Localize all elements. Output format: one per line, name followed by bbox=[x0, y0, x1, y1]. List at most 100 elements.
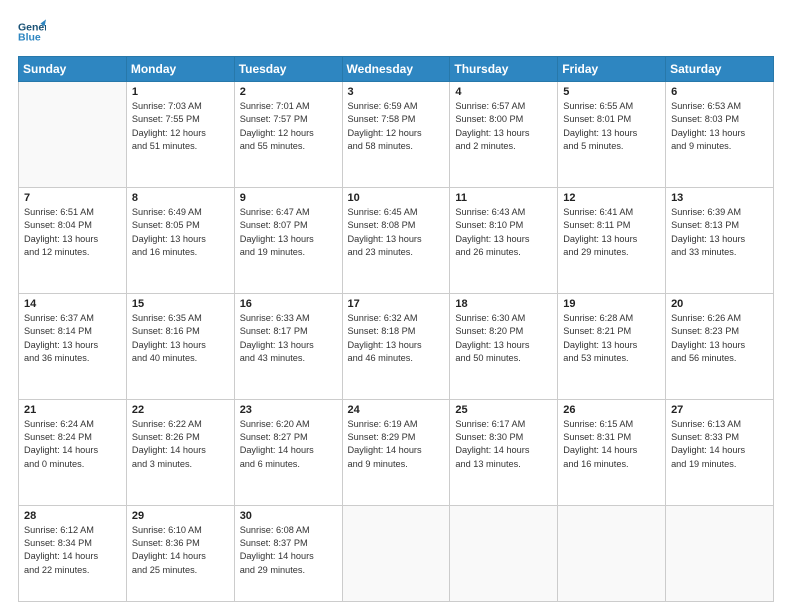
calendar-cell: 5Sunrise: 6:55 AMSunset: 8:01 PMDaylight… bbox=[558, 82, 666, 188]
cell-info-line: and 3 minutes. bbox=[132, 458, 229, 471]
day-number: 18 bbox=[455, 298, 552, 310]
cell-info-line: Daylight: 13 hours bbox=[671, 233, 768, 246]
cell-info-line: and 16 minutes. bbox=[132, 246, 229, 259]
cell-info-line: Sunrise: 6:22 AM bbox=[132, 418, 229, 431]
calendar-cell: 1Sunrise: 7:03 AMSunset: 7:55 PMDaylight… bbox=[126, 82, 234, 188]
cell-info-line: Sunset: 8:27 PM bbox=[240, 431, 337, 444]
day-number: 4 bbox=[455, 86, 552, 98]
cell-info-line: Daylight: 13 hours bbox=[132, 233, 229, 246]
cell-info-line: Sunrise: 6:35 AM bbox=[132, 312, 229, 325]
cell-info-line: Sunrise: 6:39 AM bbox=[671, 206, 768, 219]
day-number: 7 bbox=[24, 192, 121, 204]
weekday-header: Monday bbox=[126, 57, 234, 82]
cell-info-line: and 43 minutes. bbox=[240, 352, 337, 365]
cell-info-line: and 0 minutes. bbox=[24, 458, 121, 471]
calendar-cell: 10Sunrise: 6:45 AMSunset: 8:08 PMDayligh… bbox=[342, 187, 450, 293]
day-number: 19 bbox=[563, 298, 660, 310]
cell-info-line: and 13 minutes. bbox=[455, 458, 552, 471]
cell-info-line: Sunset: 8:16 PM bbox=[132, 325, 229, 338]
cell-info-line: and 6 minutes. bbox=[240, 458, 337, 471]
day-number: 15 bbox=[132, 298, 229, 310]
cell-info-line: Daylight: 13 hours bbox=[240, 339, 337, 352]
cell-info-line: Daylight: 13 hours bbox=[455, 339, 552, 352]
cell-info-line: Sunset: 8:11 PM bbox=[563, 219, 660, 232]
cell-info-line: Sunset: 8:37 PM bbox=[240, 537, 337, 550]
cell-info-line: and 9 minutes. bbox=[671, 140, 768, 153]
day-number: 12 bbox=[563, 192, 660, 204]
page: General Blue SundayMondayTuesdayWednesda… bbox=[0, 0, 792, 612]
cell-info-line: Sunrise: 6:51 AM bbox=[24, 206, 121, 219]
calendar-cell: 6Sunrise: 6:53 AMSunset: 8:03 PMDaylight… bbox=[666, 82, 774, 188]
day-number: 2 bbox=[240, 86, 337, 98]
cell-info-line: Sunset: 8:20 PM bbox=[455, 325, 552, 338]
cell-info-line: and 55 minutes. bbox=[240, 140, 337, 153]
cell-info-line: Sunrise: 6:19 AM bbox=[348, 418, 445, 431]
cell-info-line: Daylight: 13 hours bbox=[348, 233, 445, 246]
cell-info-line: Sunrise: 6:47 AM bbox=[240, 206, 337, 219]
cell-info-line: Sunset: 8:24 PM bbox=[24, 431, 121, 444]
header: General Blue bbox=[18, 18, 774, 46]
cell-info-line: Sunrise: 6:59 AM bbox=[348, 100, 445, 113]
cell-info-line: Sunrise: 6:12 AM bbox=[24, 524, 121, 537]
cell-info-line: and 25 minutes. bbox=[132, 564, 229, 577]
calendar-table: SundayMondayTuesdayWednesdayThursdayFrid… bbox=[18, 56, 774, 602]
cell-info-line: Sunrise: 6:10 AM bbox=[132, 524, 229, 537]
day-number: 8 bbox=[132, 192, 229, 204]
calendar-cell: 12Sunrise: 6:41 AMSunset: 8:11 PMDayligh… bbox=[558, 187, 666, 293]
cell-info-line: and 36 minutes. bbox=[24, 352, 121, 365]
calendar-cell bbox=[19, 82, 127, 188]
day-number: 30 bbox=[240, 510, 337, 522]
cell-info-line: Sunset: 8:05 PM bbox=[132, 219, 229, 232]
calendar-cell: 9Sunrise: 6:47 AMSunset: 8:07 PMDaylight… bbox=[234, 187, 342, 293]
weekday-header: Saturday bbox=[666, 57, 774, 82]
calendar-cell: 28Sunrise: 6:12 AMSunset: 8:34 PMDayligh… bbox=[19, 505, 127, 601]
calendar-week-row: 21Sunrise: 6:24 AMSunset: 8:24 PMDayligh… bbox=[19, 399, 774, 505]
cell-info-line: and 29 minutes. bbox=[240, 564, 337, 577]
weekday-header: Wednesday bbox=[342, 57, 450, 82]
cell-info-line: Sunrise: 6:17 AM bbox=[455, 418, 552, 431]
calendar-cell: 25Sunrise: 6:17 AMSunset: 8:30 PMDayligh… bbox=[450, 399, 558, 505]
cell-info-line: and 16 minutes. bbox=[563, 458, 660, 471]
calendar-week-row: 28Sunrise: 6:12 AMSunset: 8:34 PMDayligh… bbox=[19, 505, 774, 601]
cell-info-line: Sunset: 8:29 PM bbox=[348, 431, 445, 444]
cell-info-line: Sunset: 8:07 PM bbox=[240, 219, 337, 232]
day-number: 10 bbox=[348, 192, 445, 204]
calendar-cell: 13Sunrise: 6:39 AMSunset: 8:13 PMDayligh… bbox=[666, 187, 774, 293]
cell-info-line: and 50 minutes. bbox=[455, 352, 552, 365]
calendar-cell: 22Sunrise: 6:22 AMSunset: 8:26 PMDayligh… bbox=[126, 399, 234, 505]
cell-info-line: Sunrise: 7:03 AM bbox=[132, 100, 229, 113]
cell-info-line: Daylight: 14 hours bbox=[671, 444, 768, 457]
cell-info-line: Daylight: 13 hours bbox=[455, 127, 552, 140]
calendar-cell: 7Sunrise: 6:51 AMSunset: 8:04 PMDaylight… bbox=[19, 187, 127, 293]
calendar-cell: 18Sunrise: 6:30 AMSunset: 8:20 PMDayligh… bbox=[450, 293, 558, 399]
cell-info-line: and 23 minutes. bbox=[348, 246, 445, 259]
cell-info-line: Sunrise: 6:08 AM bbox=[240, 524, 337, 537]
cell-info-line: Sunrise: 6:33 AM bbox=[240, 312, 337, 325]
calendar-cell: 30Sunrise: 6:08 AMSunset: 8:37 PMDayligh… bbox=[234, 505, 342, 601]
calendar-cell: 3Sunrise: 6:59 AMSunset: 7:58 PMDaylight… bbox=[342, 82, 450, 188]
cell-info-line: Sunset: 8:26 PM bbox=[132, 431, 229, 444]
cell-info-line: Sunset: 8:23 PM bbox=[671, 325, 768, 338]
cell-info-line: Sunrise: 6:55 AM bbox=[563, 100, 660, 113]
cell-info-line: and 22 minutes. bbox=[24, 564, 121, 577]
day-number: 20 bbox=[671, 298, 768, 310]
cell-info-line: Sunrise: 6:20 AM bbox=[240, 418, 337, 431]
calendar-cell: 27Sunrise: 6:13 AMSunset: 8:33 PMDayligh… bbox=[666, 399, 774, 505]
cell-info-line: Sunset: 8:08 PM bbox=[348, 219, 445, 232]
cell-info-line: Sunset: 7:58 PM bbox=[348, 113, 445, 126]
calendar-week-row: 7Sunrise: 6:51 AMSunset: 8:04 PMDaylight… bbox=[19, 187, 774, 293]
calendar-cell: 17Sunrise: 6:32 AMSunset: 8:18 PMDayligh… bbox=[342, 293, 450, 399]
cell-info-line: Daylight: 13 hours bbox=[671, 127, 768, 140]
day-number: 3 bbox=[348, 86, 445, 98]
cell-info-line: Daylight: 14 hours bbox=[240, 444, 337, 457]
day-number: 28 bbox=[24, 510, 121, 522]
day-number: 16 bbox=[240, 298, 337, 310]
cell-info-line: Daylight: 13 hours bbox=[563, 233, 660, 246]
cell-info-line: Sunset: 8:21 PM bbox=[563, 325, 660, 338]
cell-info-line: Sunset: 8:03 PM bbox=[671, 113, 768, 126]
cell-info-line: Daylight: 14 hours bbox=[348, 444, 445, 457]
calendar-cell bbox=[450, 505, 558, 601]
calendar-cell: 24Sunrise: 6:19 AMSunset: 8:29 PMDayligh… bbox=[342, 399, 450, 505]
cell-info-line: Sunrise: 6:57 AM bbox=[455, 100, 552, 113]
cell-info-line: Daylight: 14 hours bbox=[132, 444, 229, 457]
